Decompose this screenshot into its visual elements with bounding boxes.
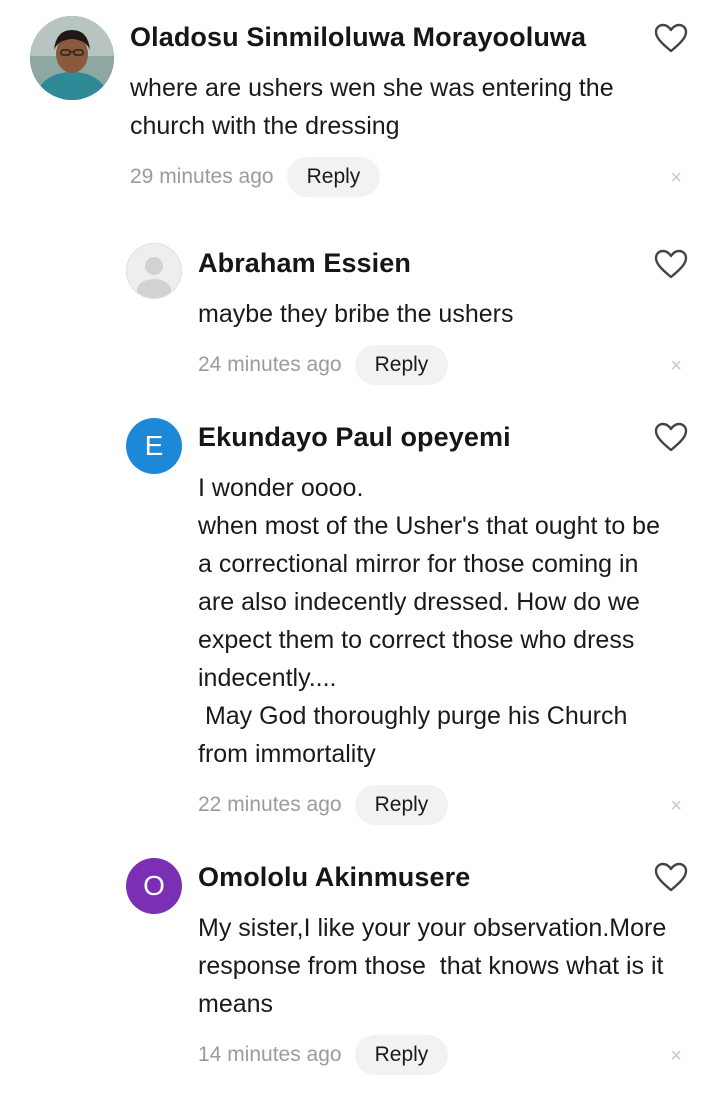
reply-button[interactable]: Reply	[354, 1035, 449, 1075]
avatar-letter: E	[144, 430, 164, 461]
comment-timestamp: 14 minutes ago	[198, 1043, 342, 1066]
reply-item: O Omololu Akinmusere My sister,I like yo…	[0, 840, 720, 1094]
heart-outline-icon[interactable]	[654, 422, 688, 452]
comment-author[interactable]: Abraham Essien	[198, 248, 411, 279]
comment-timestamp: 22 minutes ago	[198, 793, 342, 816]
avatar-letter: O	[143, 870, 165, 901]
comment-meta: 14 minutes ago Reply	[198, 1035, 449, 1075]
heart-outline-icon[interactable]	[654, 862, 688, 892]
user-avatar[interactable]	[30, 16, 114, 100]
default-person-icon	[137, 257, 171, 298]
comment-timestamp: 29 minutes ago	[130, 165, 274, 188]
user-avatar[interactable]: O	[126, 858, 182, 914]
comment-timestamp: 24 minutes ago	[198, 353, 342, 376]
comment-item: Oladosu Sinmiloluwa Morayooluwa where ar…	[0, 0, 720, 215]
comment-meta: 22 minutes ago Reply	[198, 785, 449, 825]
reply-button[interactable]: Reply	[354, 345, 449, 385]
dismiss-icon[interactable]: ×	[670, 356, 682, 376]
comment-text: My sister,I like your your observation.M…	[198, 914, 667, 1018]
dismiss-icon[interactable]: ×	[670, 168, 682, 188]
profile-photo-icon	[30, 16, 114, 100]
heart-outline-icon[interactable]	[654, 249, 688, 279]
user-avatar[interactable]: E	[126, 418, 182, 474]
reply-button[interactable]: Reply	[354, 785, 449, 825]
comment-author[interactable]: Omololu Akinmusere	[198, 862, 470, 893]
reply-item: Abraham Essien maybe they bribe the ushe…	[0, 215, 720, 410]
comment-text: where are ushers wen she was entering th…	[130, 74, 614, 140]
comment-author[interactable]: Oladosu Sinmiloluwa Morayooluwa	[130, 22, 586, 53]
heart-outline-icon[interactable]	[654, 23, 688, 53]
comment-author[interactable]: Ekundayo Paul opeyemi	[198, 422, 511, 453]
reply-button[interactable]: Reply	[286, 157, 381, 197]
user-avatar[interactable]	[126, 243, 182, 299]
comment-text: I wonder oooo. when most of the Usher's …	[198, 474, 660, 768]
comment-text: maybe they bribe the ushers	[198, 300, 514, 328]
dismiss-icon[interactable]: ×	[670, 796, 682, 816]
comment-meta: 29 minutes ago Reply	[130, 157, 381, 197]
comment-meta: 24 minutes ago Reply	[198, 345, 449, 385]
reply-item: E Ekundayo Paul opeyemi I wonder oooo. w…	[0, 410, 720, 840]
dismiss-icon[interactable]: ×	[670, 1046, 682, 1066]
